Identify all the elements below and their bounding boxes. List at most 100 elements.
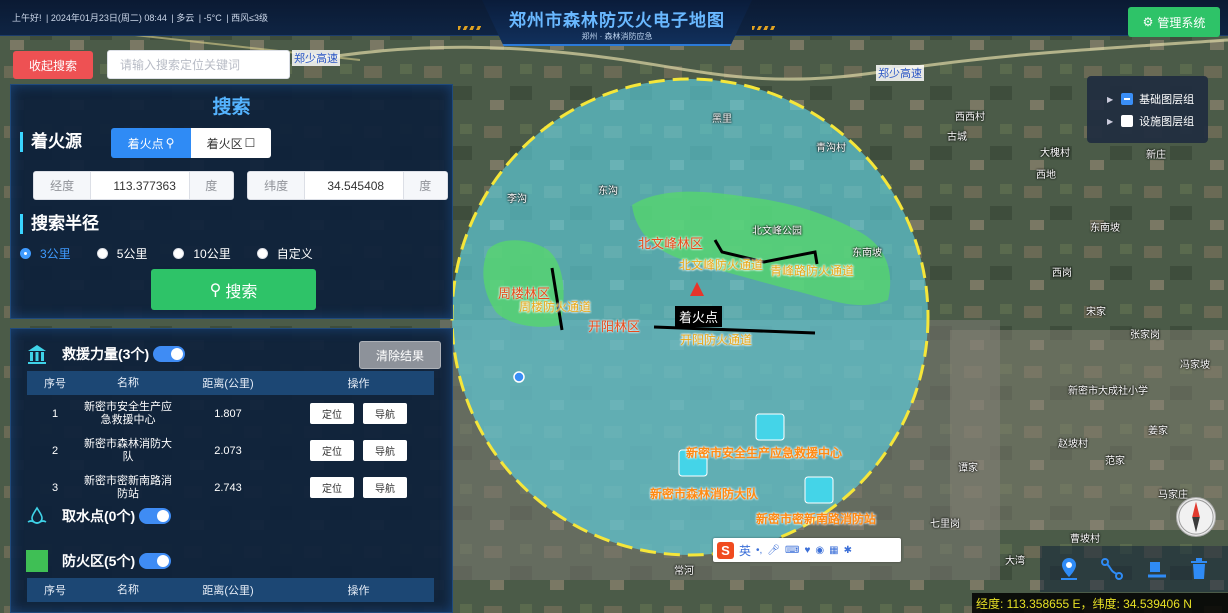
navigate-button[interactable]: 导航	[363, 477, 407, 498]
radius-options: 3公里 5公里 10公里 自定义	[20, 245, 339, 262]
latitude-label: 纬度	[248, 172, 305, 199]
longitude-field: 经度 113.377363 度	[33, 171, 234, 200]
keyword-search-input[interactable]	[107, 50, 290, 79]
latitude-unit: 度	[403, 172, 447, 199]
title-box: 郑州市森林防灭火电子地图 郑州 · 森林消防应急	[482, 0, 752, 46]
checkbox[interactable]	[1121, 115, 1134, 127]
location-pin-icon: ⚲	[165, 136, 175, 150]
trash-icon[interactable]	[1189, 558, 1209, 580]
weather-info: 上午好! | 2024年01月23日(周二) 08:44 | 多云 | -5°C…	[12, 13, 269, 23]
admin-system-button[interactable]: ⚙ 管理系统	[1128, 7, 1220, 37]
row-index: 1	[51, 407, 59, 420]
column-header: 操作	[347, 378, 370, 390]
radio-3km[interactable]: 3公里	[20, 245, 71, 262]
collapse-search-button[interactable]: 收起搜索	[13, 51, 93, 79]
locate-button[interactable]: 定位	[310, 477, 354, 498]
longitude-input[interactable]: 113.377363	[90, 172, 190, 199]
page-title: 郑州市森林防灭火电子地图	[509, 11, 725, 30]
station-marker-1	[755, 413, 785, 441]
locate-button[interactable]: 定位	[310, 403, 354, 424]
row-name: 新密市森林消防大队	[84, 437, 172, 463]
firebreak-toggle[interactable]	[139, 553, 172, 569]
row-name: 新密市密新南路消防站	[84, 474, 172, 500]
caret-right-icon[interactable]: ▶	[1107, 117, 1113, 126]
navigate-button[interactable]: 导航	[363, 403, 407, 424]
place-label: 常河	[674, 566, 694, 577]
search-radius-title: 搜索半径	[20, 214, 99, 234]
column-header: 距离(公里)	[202, 378, 254, 390]
latitude-input[interactable]: 34.545408	[304, 172, 404, 199]
station-label[interactable]: 新密市安全生产应急救援中心	[686, 444, 842, 461]
layer-item-basic[interactable]: ▶ 基础图层组	[1107, 91, 1194, 107]
gear-icon: ⚙	[1142, 15, 1154, 29]
locate-button[interactable]: 定位	[310, 440, 354, 461]
tab-fire-point[interactable]: 着火点 ⚲	[111, 128, 191, 158]
search-icon: ⚲	[209, 281, 222, 299]
microphone-icon[interactable]: 🎤︎	[767, 545, 780, 556]
wind: 西风≤3级	[231, 13, 269, 23]
water-toggle[interactable]	[139, 508, 172, 524]
radio-custom[interactable]: 自定义	[256, 245, 313, 262]
row-distance: 2.743	[214, 481, 242, 494]
rescue-group-header: 救援力量(3个)	[26, 343, 186, 365]
station-label[interactable]: 新密市密新南路消防站	[756, 510, 876, 527]
radio-dot	[173, 248, 185, 259]
navigate-button[interactable]: 导航	[363, 440, 407, 461]
place-label: 北文峰公园	[752, 226, 802, 237]
title-decoration	[752, 26, 776, 30]
greeting: 上午好!	[12, 13, 42, 23]
search-button[interactable]: ⚲ 搜索	[151, 269, 316, 310]
skin-icon[interactable]: ♥	[804, 545, 810, 556]
tab-fire-area[interactable]: 着火区 ☐	[191, 128, 271, 158]
firebreak-group-label: 防火区(5个)	[62, 553, 136, 569]
layer-label: 基础图层组	[1139, 94, 1195, 106]
ime-toolbar[interactable]: S 英 •, 🎤︎ ⌨ ♥ ◉ ▦ ✱	[713, 538, 901, 562]
longitude-unit: 度	[189, 172, 233, 199]
area-measure-icon[interactable]	[1146, 558, 1168, 580]
punctuation-icon[interactable]: •,	[756, 545, 762, 556]
ime-mode-label[interactable]: 英	[739, 542, 751, 559]
fire-source-tabs: 着火点 ⚲ 着火区 ☐	[111, 128, 271, 158]
row-distance: 1.807	[214, 407, 242, 420]
place-label: 赵坡村	[1058, 439, 1088, 450]
settings-icon[interactable]: ✱	[844, 545, 852, 556]
cursor-coordinates: 经度: 113.358655 E，纬度: 34.539406 N	[972, 593, 1228, 613]
place-label: 宋家	[1086, 307, 1106, 318]
firepath-label: 北文峰防火通道	[679, 258, 764, 272]
place-label: 东沟	[598, 186, 618, 197]
zone-label-beiwenfeng: 北文峰林区	[638, 236, 704, 251]
station-label[interactable]: 新密市森林消防大队	[650, 485, 758, 502]
firebreak-group-header: 防火区(5个)	[26, 550, 172, 572]
rescue-table-header: 序号 名称 距离(公里) 操作	[27, 371, 434, 395]
radio-10km[interactable]: 10公里	[173, 245, 231, 262]
location-pin-icon[interactable]	[1059, 557, 1079, 581]
search-panel-heading: 搜索	[212, 97, 251, 118]
place-label: 曹坡村	[1070, 534, 1100, 545]
rescue-toggle[interactable]	[153, 346, 186, 362]
column-header: 序号	[44, 585, 66, 597]
place-label: 古城	[947, 132, 967, 143]
row-index: 3	[51, 481, 59, 494]
compass-icon[interactable]	[1176, 497, 1216, 537]
radio-label: 10公里	[193, 247, 231, 261]
page-subtitle: 郑州 · 森林消防应急	[581, 32, 653, 41]
firepath-label: 青峰路防火通道	[770, 264, 855, 278]
water-drop-icon	[27, 506, 47, 524]
layer-item-facility[interactable]: ▶ 设施图层组	[1107, 113, 1194, 129]
place-label: 青沟村	[816, 143, 846, 154]
route-icon[interactable]	[1100, 557, 1124, 581]
firepath-label: 开阳防火通道	[680, 333, 753, 347]
column-header: 距离(公里)	[202, 585, 254, 597]
game-icon[interactable]: ◉	[815, 545, 824, 556]
radio-5km[interactable]: 5公里	[96, 245, 147, 262]
caret-right-icon[interactable]: ▶	[1107, 95, 1113, 104]
place-label: 西地	[1036, 170, 1056, 181]
checkbox-partial[interactable]	[1121, 93, 1134, 105]
keyboard-icon[interactable]: ⌨	[785, 545, 799, 556]
place-label: 姜家	[1148, 426, 1168, 437]
table-row: 3 新密市密新南路消防站 2.743 定位 导航	[27, 469, 434, 506]
toolbox-icon[interactable]: ▦	[829, 545, 838, 556]
sogou-logo-icon: S	[717, 541, 734, 559]
tab-fire-area-label: 着火区	[206, 136, 243, 151]
clear-results-button[interactable]: 清除结果	[359, 341, 441, 369]
